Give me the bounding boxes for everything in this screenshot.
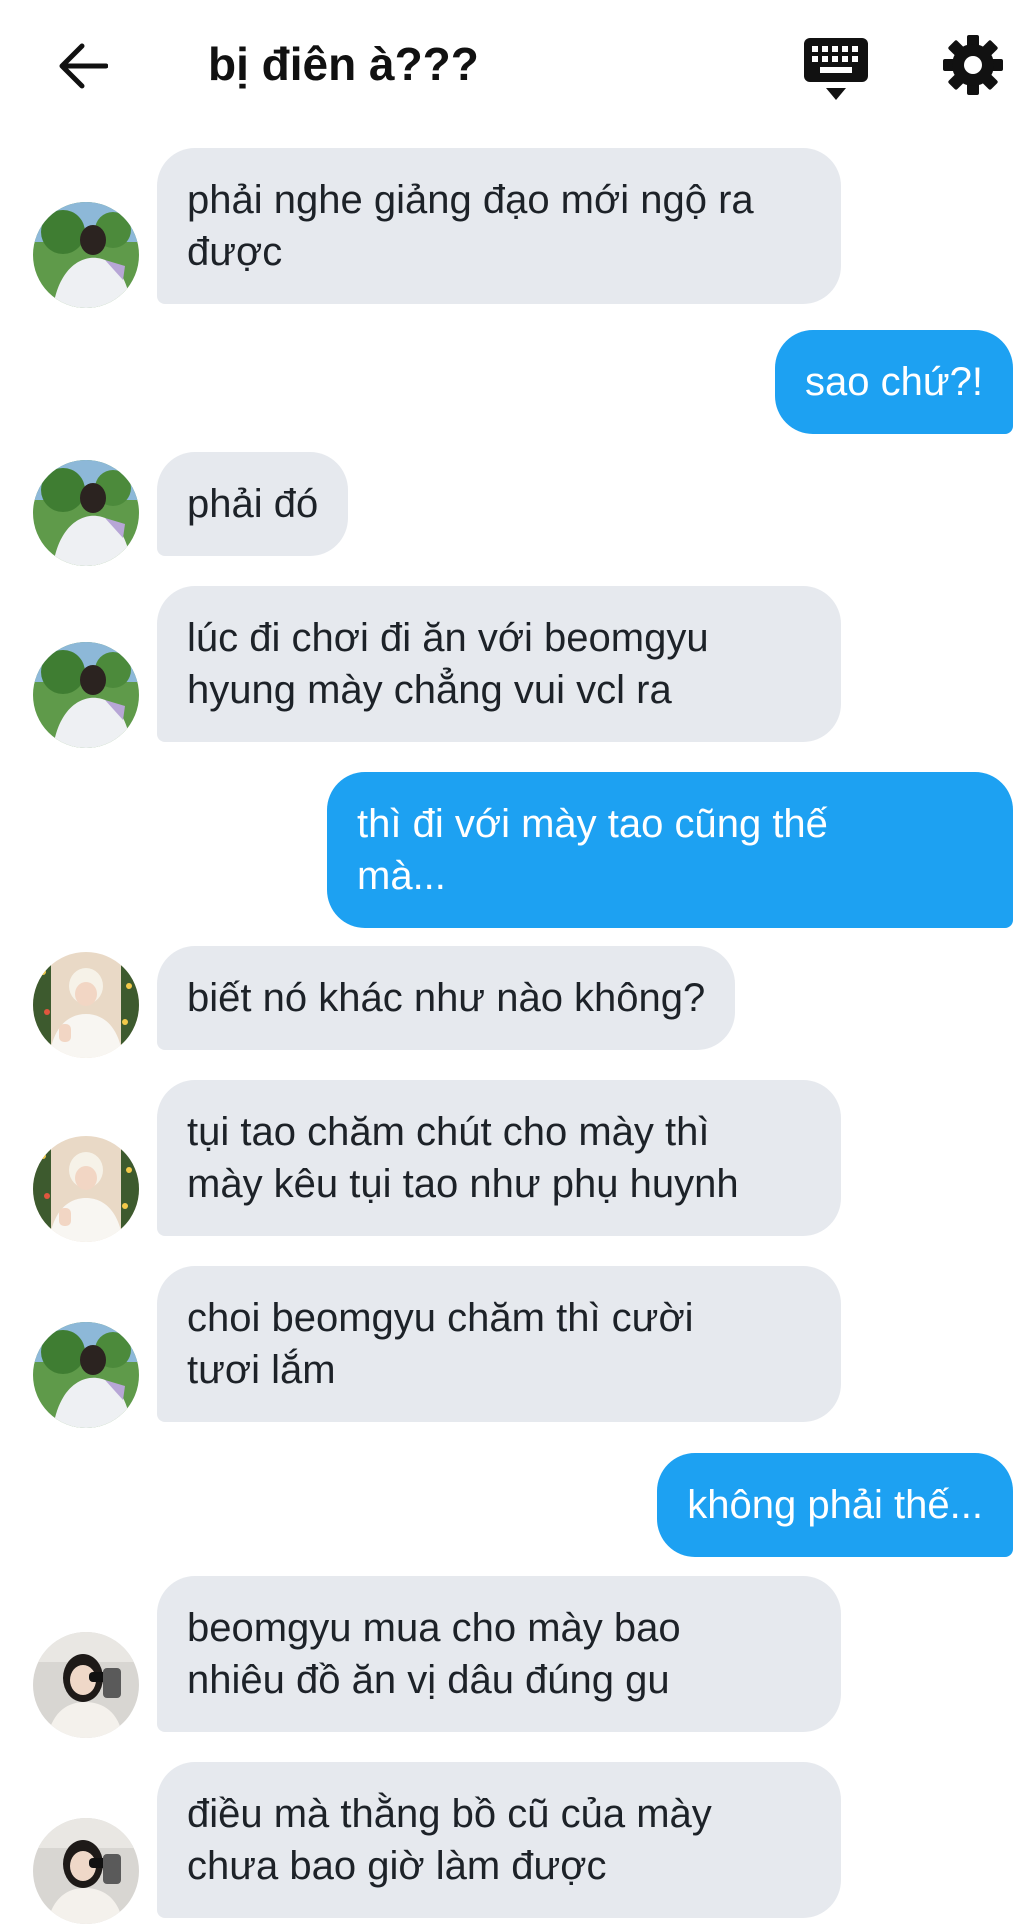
arrow-left-icon	[59, 43, 108, 89]
message-row: thì đi với mày tao cũng thế mà...	[0, 772, 1026, 934]
back-button[interactable]	[52, 36, 112, 96]
settings-button[interactable]	[942, 34, 1004, 96]
avatar[interactable]	[33, 1818, 139, 1924]
chat-title: bị điên à???	[208, 38, 479, 90]
avatar-a-image	[33, 202, 139, 308]
message-bubble-outgoing[interactable]: thì đi với mày tao cũng thế mà...	[327, 772, 1013, 928]
avatar-b-image	[33, 1136, 139, 1242]
avatar[interactable]	[33, 642, 139, 748]
message-bubble-incoming[interactable]: lúc đi chơi đi ăn với beomgyu hyung mày …	[157, 586, 841, 742]
avatar-c-image	[33, 1632, 139, 1738]
avatar-b-image	[33, 952, 139, 1058]
gear-icon	[943, 35, 1003, 95]
message-row: lúc đi chơi đi ăn với beomgyu hyung mày …	[0, 586, 1026, 748]
avatar[interactable]	[33, 1322, 139, 1428]
message-row: phải đó	[0, 452, 1026, 566]
message-bubble-incoming[interactable]: choi beomgyu chăm thì cười tươi lắm	[157, 1266, 841, 1422]
message-bubble-incoming[interactable]: tụi tao chăm chút cho mày thì mày kêu tụ…	[157, 1080, 841, 1236]
message-bubble-outgoing[interactable]: sao chứ?!	[775, 330, 1013, 434]
avatar[interactable]	[33, 952, 139, 1058]
message-row: beomgyu mua cho mày bao nhiêu đồ ăn vị d…	[0, 1576, 1026, 1738]
message-bubble-incoming[interactable]: biết nó khác như nào không?	[157, 946, 736, 1050]
message-row: sao chứ?!	[0, 330, 1026, 440]
message-row: không phải thế...	[0, 1453, 1026, 1563]
message-row: biết nó khác như nào không?	[0, 946, 1026, 1058]
message-row: điều mà thằng bồ cũ của mày chưa bao giờ…	[0, 1762, 1026, 1924]
avatar[interactable]	[33, 1632, 139, 1738]
avatar[interactable]	[33, 1136, 139, 1242]
message-row: tụi tao chăm chút cho mày thì mày kêu tụ…	[0, 1080, 1026, 1242]
message-row: phải nghe giảng đạo mới ngộ ra được	[0, 148, 1026, 308]
avatar-a-image	[33, 460, 139, 566]
avatar-c-image	[33, 1818, 139, 1924]
keyboard-button[interactable]	[800, 36, 872, 102]
avatar-a-image	[33, 1322, 139, 1428]
avatar-a-image	[33, 642, 139, 748]
message-bubble-incoming[interactable]: phải nghe giảng đạo mới ngộ ra được	[157, 148, 841, 304]
avatar[interactable]	[33, 460, 139, 566]
message-bubble-outgoing[interactable]: không phải thế...	[657, 1453, 1013, 1557]
message-bubble-incoming[interactable]: beomgyu mua cho mày bao nhiêu đồ ăn vị d…	[157, 1576, 841, 1732]
keyboard-icon	[804, 38, 868, 100]
avatar[interactable]	[33, 202, 139, 308]
message-bubble-incoming[interactable]: điều mà thằng bồ cũ của mày chưa bao giờ…	[157, 1762, 841, 1918]
message-row: choi beomgyu chăm thì cười tươi lắm	[0, 1266, 1026, 1428]
message-bubble-incoming[interactable]: phải đó	[157, 452, 349, 556]
chat-header: bị điên à???	[0, 0, 1026, 130]
